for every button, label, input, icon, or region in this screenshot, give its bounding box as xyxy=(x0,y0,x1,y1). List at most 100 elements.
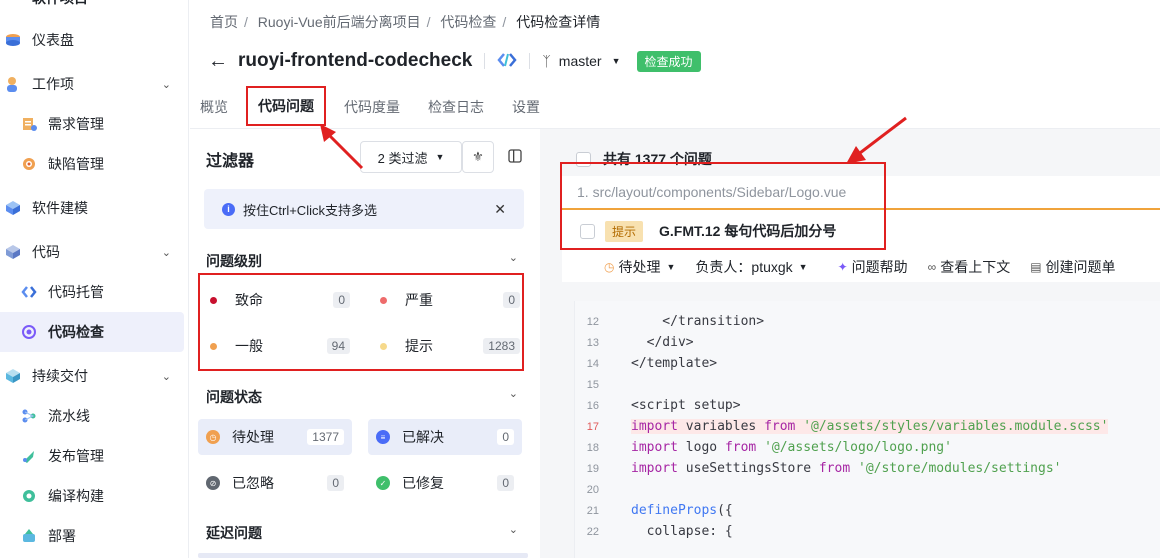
sidebar-item-requirements[interactable]: 需求管理 xyxy=(0,104,189,144)
chevron-down-icon[interactable]: ⌄ xyxy=(509,387,518,400)
bug-icon xyxy=(20,155,38,173)
requirement-icon xyxy=(20,115,38,133)
sidebar-item-dashboard[interactable]: 仪表盘 xyxy=(0,20,189,60)
clear-filter-button[interactable]: ⚜ xyxy=(462,141,494,173)
repo-icon xyxy=(20,283,38,301)
code-text: <script setup> xyxy=(631,398,741,413)
code-line: 20 xyxy=(575,479,1160,500)
code-text: </div> xyxy=(631,335,694,350)
status-count: 0 xyxy=(497,475,514,491)
breadcrumb: 首页 / Ruoyi-Vue前后端分离项目 / 代码检查 / 代码检查详情 xyxy=(210,14,601,30)
status-label: 待处理 xyxy=(232,429,274,445)
tab-check-log[interactable]: 检查日志 xyxy=(418,86,494,128)
dashboard-icon xyxy=(4,31,22,49)
sidebar-item-deploy[interactable]: 部署 xyxy=(0,516,189,556)
code-icon xyxy=(4,243,22,261)
delayed-section-title: 延迟问题 xyxy=(206,525,262,541)
sidebar-item-codecheck[interactable]: 代码检查 xyxy=(0,312,184,352)
back-arrow-icon[interactable]: ← xyxy=(208,50,228,73)
line-number: 21 xyxy=(586,504,599,517)
line-number: 12 xyxy=(586,315,599,328)
assignee-dropdown[interactable]: 负责人：ptuxgk ▼ xyxy=(695,257,807,277)
clock-icon: ◷ xyxy=(604,260,615,274)
status-resolved[interactable]: ≡ 已解决 0 xyxy=(368,419,522,455)
code-text: import useSettingsStore from '@/store/mo… xyxy=(631,461,1062,476)
status-fixed[interactable]: ✓ 已修复 0 xyxy=(368,465,522,501)
code-line: 19 import useSettingsStore from '@/store/… xyxy=(575,458,1160,479)
breadcrumb-project[interactable]: Ruoyi-Vue前后端分离项目 xyxy=(258,14,421,30)
chevron-down-icon[interactable]: ⌄ xyxy=(162,78,171,91)
sidebar-item-project[interactable]: 软件项目 xyxy=(0,0,189,18)
view-context-button[interactable]: ∞ 查看上下文 xyxy=(928,257,1011,277)
filter-button-label: 2 类过滤 xyxy=(377,150,428,166)
chevron-down-icon[interactable]: ⌄ xyxy=(509,523,518,536)
panel-collapse-icon xyxy=(508,148,522,166)
sidebar-item-label: 代码托管 xyxy=(48,284,104,300)
code-line: 13 </div> xyxy=(575,332,1160,353)
status-section-title: 问题状态 xyxy=(206,389,262,405)
sidebar-item-label: 工作项 xyxy=(32,76,74,92)
close-icon[interactable]: ✕ xyxy=(494,201,506,218)
filter-dropdown-button[interactable]: 2 类过滤 ▼ xyxy=(360,141,462,173)
code-line: 21 defineProps({ xyxy=(575,500,1160,521)
sidebar-item-release[interactable]: 发布管理 xyxy=(0,436,189,476)
status-pending[interactable]: ◷ 待处理 1377 xyxy=(198,419,352,455)
create-ticket-button[interactable]: ▤ 创建问题单 xyxy=(1030,257,1115,277)
sidebar-item-label: 软件项目 xyxy=(32,0,88,8)
caret-down-icon: ▼ xyxy=(798,262,808,272)
status-badge: 检查成功 xyxy=(636,50,701,72)
breadcrumb-current: 代码检查详情 xyxy=(516,14,601,30)
issue-help-label: 问题帮助 xyxy=(851,259,908,275)
sidebar-item-repo[interactable]: 代码托管 xyxy=(0,272,189,312)
tab-overview[interactable]: 概览 xyxy=(190,86,238,128)
chevron-down-icon[interactable]: ⌄ xyxy=(509,251,518,264)
sidebar-item-bugs[interactable]: 缺陷管理 xyxy=(0,144,189,184)
line-number: 16 xyxy=(586,399,599,412)
highlight-box xyxy=(198,273,524,371)
ignore-icon: ⊘ xyxy=(206,476,220,490)
code-line: 15 xyxy=(575,374,1160,395)
sidebar-item-code[interactable]: 代码 ⌄ xyxy=(0,232,189,272)
sidebar-item-modeling[interactable]: 软件建模 xyxy=(0,188,189,228)
branch-selector[interactable]: master xyxy=(559,53,602,69)
status-label: 已解决 xyxy=(402,429,444,445)
line-number: 22 xyxy=(586,525,599,538)
tab-bar: 概览 代码问题 代码度量 检查日志 设置 xyxy=(190,86,558,128)
codecheck-icon xyxy=(20,323,38,341)
caret-down-icon[interactable]: ▼ xyxy=(612,56,621,66)
tab-code-metrics[interactable]: 代码度量 xyxy=(334,86,410,128)
model-icon xyxy=(4,199,22,217)
release-icon xyxy=(20,447,38,465)
tab-code-issues[interactable]: 代码问题 xyxy=(246,86,326,126)
collapse-panel-button[interactable] xyxy=(502,141,528,173)
code-line: 18 import logo from '@/assets/logo/logo.p… xyxy=(575,437,1160,458)
broom-icon: ⚜ xyxy=(472,149,484,164)
sidebar-item-delivery[interactable]: 持续交付 ⌄ xyxy=(0,356,189,396)
breadcrumb-home[interactable]: 首页 xyxy=(210,14,238,30)
tip-text: 按住Ctrl+Click支持多选 xyxy=(243,202,377,218)
tab-settings[interactable]: 设置 xyxy=(502,86,550,128)
status-count: 1377 xyxy=(307,429,344,445)
issue-help-button[interactable]: ✦ 问题帮助 xyxy=(838,257,908,277)
sidebar-item-pipeline[interactable]: 流水线 xyxy=(0,396,189,436)
workitem-icon xyxy=(4,75,22,93)
status-dropdown[interactable]: ◷ 待处理 ▼ xyxy=(604,257,675,277)
sidebar-item-label: 代码检查 xyxy=(48,324,104,340)
code-text: import variables from '@/assets/styles/v… xyxy=(631,419,1109,434)
chevron-down-icon[interactable]: ⌄ xyxy=(162,370,171,383)
link-icon: ∞ xyxy=(927,260,937,274)
sidebar-item-label: 持续交付 xyxy=(32,368,88,384)
sidebar-item-label: 代码 xyxy=(32,244,60,260)
code-line: 12 </transition> xyxy=(575,311,1160,332)
chevron-down-icon[interactable]: ⌄ xyxy=(162,246,171,259)
view-context-label: 查看上下文 xyxy=(940,259,1011,275)
code-line: 17 import variables from '@/assets/styles… xyxy=(575,416,1160,437)
line-number: 17 xyxy=(586,420,599,433)
code-line: 16 <script setup> xyxy=(575,395,1160,416)
line-number: 15 xyxy=(586,378,599,391)
status-ignored[interactable]: ⊘ 已忽略 0 xyxy=(198,465,352,501)
breadcrumb-codecheck[interactable]: 代码检查 xyxy=(440,14,496,30)
sidebar-item-workitem[interactable]: 工作项 ⌄ xyxy=(0,64,189,104)
sidebar-item-build[interactable]: 编译构建 xyxy=(0,476,189,516)
code-text: </transition> xyxy=(631,314,765,329)
